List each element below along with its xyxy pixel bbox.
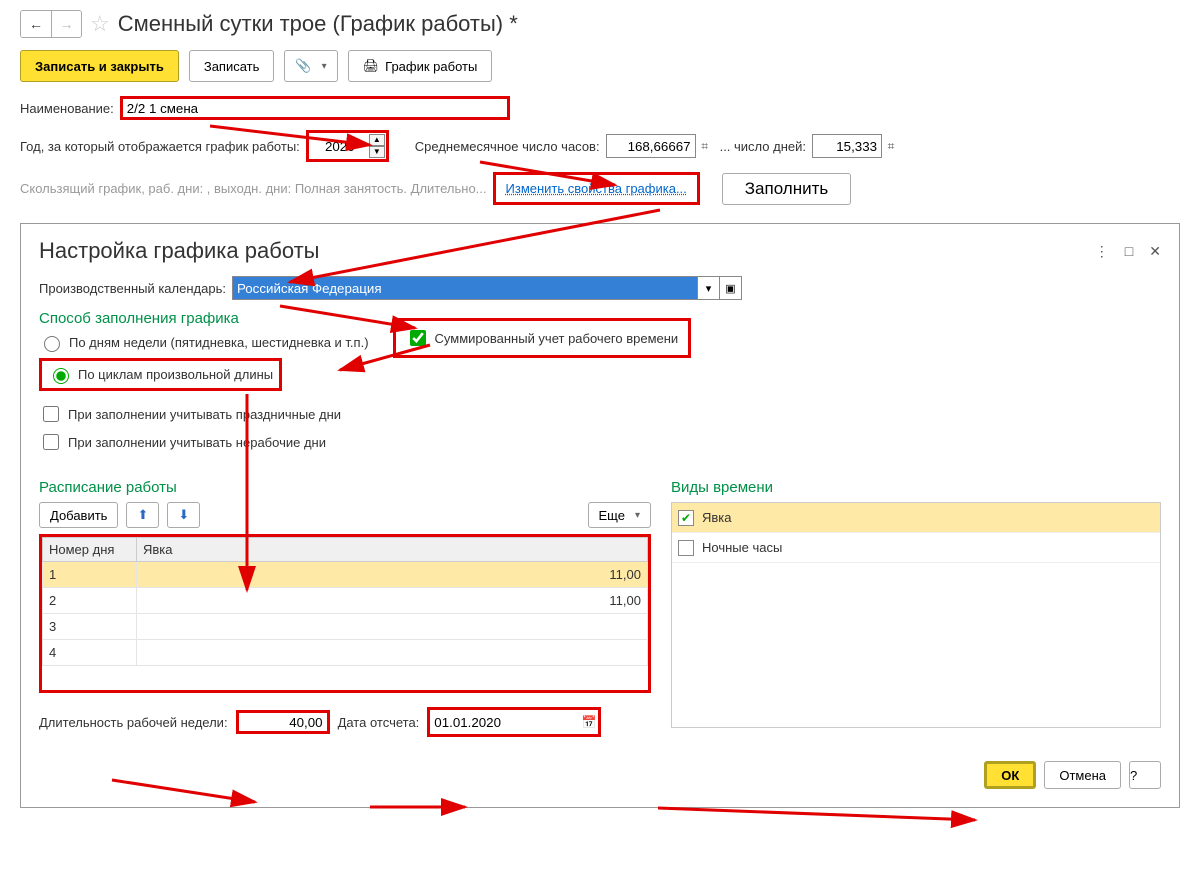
timetype-label: Явка (702, 510, 732, 525)
radio-weekdays-label: По дням недели (пятидневка, шестидневка … (69, 335, 369, 350)
arrow-up-icon: ⬆ (137, 507, 148, 523)
checkbox-holidays[interactable]: При заполнении учитывать праздничные дни (39, 403, 369, 425)
start-date-label: Дата отсчета: (338, 715, 420, 730)
timetypes-list[interactable]: ✔ Явка Ночные часы (671, 502, 1161, 728)
day-number-cell: 4 (43, 640, 137, 666)
print-schedule-button[interactable]: 🖨 График работы (348, 50, 493, 82)
start-date-input[interactable] (430, 710, 580, 734)
calendar-icon[interactable]: 📅 (580, 711, 598, 733)
schedule-summary-text: Скользящий график, раб. дни: , выходн. д… (20, 181, 487, 196)
attendance-cell: 11,00 (137, 562, 648, 588)
week-length-label: Длительность рабочей недели: (39, 715, 228, 730)
year-up-button[interactable]: ▲ (369, 134, 385, 146)
timetypes-heading: Виды времени (671, 479, 1161, 496)
favorite-star-icon[interactable]: ☆ (90, 11, 110, 37)
checkbox-summed[interactable]: Суммированный учет рабочего времени (393, 318, 692, 358)
save-button[interactable]: Записать (189, 50, 275, 82)
week-length-input[interactable] (236, 710, 330, 734)
calculator-icon[interactable]: ⌗ (696, 135, 714, 157)
table-row[interactable]: 211,00 (43, 588, 648, 614)
nav-back-button[interactable]: ← (21, 11, 51, 37)
settings-title: Настройка графика работы (39, 238, 319, 264)
radio-weekdays[interactable]: По дням недели (пятидневка, шестидневка … (39, 333, 369, 352)
attendance-cell: 11,00 (137, 588, 648, 614)
ok-button[interactable]: ОК (984, 761, 1036, 789)
year-input[interactable] (310, 136, 370, 156)
nav-fwd-button[interactable]: → (51, 11, 81, 37)
paperclip-icon: 📎 (295, 58, 311, 74)
checkbox-icon[interactable]: ✔ (678, 510, 694, 526)
nav-arrows: ← → (20, 10, 82, 38)
radio-cycles[interactable]: По циклам произвольной длины (39, 358, 282, 391)
radio-cycles-label: По циклам произвольной длины (78, 367, 273, 382)
print-schedule-label: График работы (385, 59, 477, 74)
help-button[interactable]: ? (1129, 761, 1161, 789)
cancel-button[interactable]: Отмена (1044, 761, 1121, 789)
name-input[interactable] (120, 96, 510, 120)
arrow-down-icon: ⬇ (178, 507, 189, 523)
avg-days-label: ... число дней: (720, 139, 806, 154)
checkbox-nonworking-label: При заполнении учитывать нерабочие дни (68, 435, 326, 450)
checkbox-summed-label: Суммированный учет рабочего времени (435, 331, 679, 346)
col-day-header[interactable]: Номер дня (43, 538, 137, 562)
table-row[interactable]: 3 (43, 614, 648, 640)
calendar-combo-open-button[interactable]: ▣ (719, 277, 741, 299)
page-title: Сменный сутки трое (График работы) * (118, 11, 518, 37)
avg-hours-output (606, 134, 696, 158)
day-number-cell: 3 (43, 614, 137, 640)
kebab-menu-icon[interactable]: ⋮ (1095, 243, 1109, 260)
checkbox-icon[interactable] (678, 540, 694, 556)
checkbox-holidays-label: При заполнении учитывать праздничные дни (68, 407, 341, 422)
fill-button[interactable]: Заполнить (722, 173, 851, 205)
fill-method-heading: Способ заполнения графика (39, 310, 369, 327)
year-down-button[interactable]: ▼ (369, 146, 385, 158)
calendar-combo-input[interactable] (233, 277, 697, 299)
move-down-button[interactable]: ⬇ (167, 502, 200, 528)
attendance-cell (137, 614, 648, 640)
attachments-button[interactable]: 📎 (284, 50, 337, 82)
col-attendance-header[interactable]: Явка (137, 538, 648, 562)
calculator-icon[interactable]: ⌗ (882, 135, 900, 157)
more-button[interactable]: Еще (588, 502, 651, 528)
avg-days-output (812, 134, 882, 158)
timetype-label: Ночные часы (702, 540, 782, 555)
day-number-cell: 2 (43, 588, 137, 614)
printer-icon: 🖨 (363, 58, 380, 74)
schedule-heading: Расписание работы (39, 479, 651, 496)
avg-hours-label: Среднемесячное число часов: (415, 139, 600, 154)
maximize-icon[interactable]: □ (1125, 243, 1133, 260)
calendar-combo-dropdown-button[interactable]: ▾ (697, 277, 719, 299)
add-row-button[interactable]: Добавить (39, 502, 118, 528)
attendance-cell (137, 640, 648, 666)
checkbox-nonworking[interactable]: При заполнении учитывать нерабочие дни (39, 431, 369, 453)
move-up-button[interactable]: ⬆ (126, 502, 159, 528)
save-and-close-button[interactable]: Записать и закрыть (20, 50, 179, 82)
timetype-row[interactable]: Ночные часы (672, 533, 1160, 563)
table-row[interactable]: 4 (43, 640, 648, 666)
year-label: Год, за который отображается график рабо… (20, 139, 300, 154)
timetype-row[interactable]: ✔ Явка (672, 503, 1160, 533)
schedule-settings-panel: Настройка графика работы ⋮ □ ✕ Производс… (20, 223, 1180, 808)
calendar-label: Производственный календарь: (39, 281, 226, 296)
close-icon[interactable]: ✕ (1149, 243, 1161, 260)
change-properties-link[interactable]: Изменить свойства графика... (493, 172, 700, 205)
schedule-table[interactable]: Номер дня Явка 111,00211,0034 (42, 537, 648, 666)
name-label: Наименование: (20, 101, 114, 116)
day-number-cell: 1 (43, 562, 137, 588)
table-row[interactable]: 111,00 (43, 562, 648, 588)
